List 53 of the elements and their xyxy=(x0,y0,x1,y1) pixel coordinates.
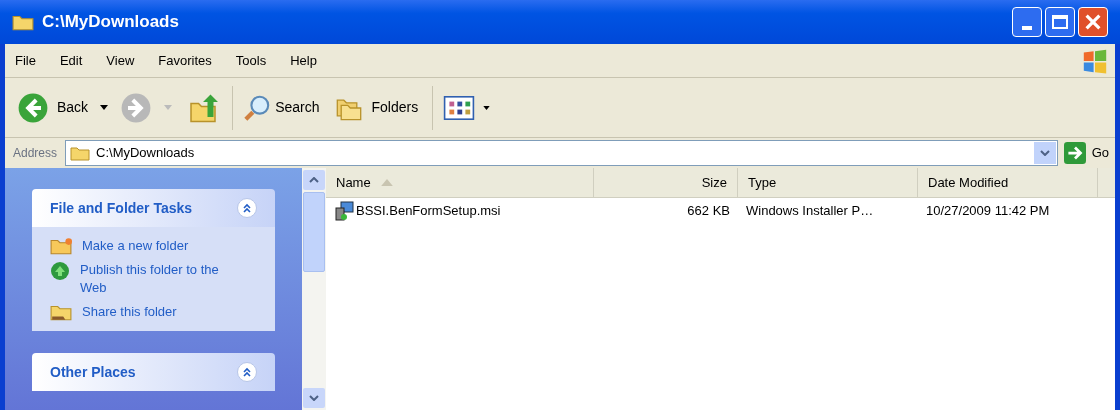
table-cell-text: 662 KB xyxy=(687,202,730,221)
folder-icon xyxy=(12,13,34,31)
double-chevron-icon xyxy=(242,203,252,213)
dropdown-button[interactable] xyxy=(1033,142,1056,164)
scroll-down-button[interactable] xyxy=(303,388,325,408)
scroll-up-button[interactable] xyxy=(303,170,325,190)
collapse-button[interactable] xyxy=(237,198,257,218)
chevron-up-icon xyxy=(309,177,319,183)
globe-icon xyxy=(50,261,70,281)
caret-icon[interactable] xyxy=(100,105,109,110)
table-cell[interactable]: BSSI.BenFormSetup.msi xyxy=(356,201,501,221)
menu-item[interactable]: View xyxy=(106,50,135,71)
shared-folder-icon xyxy=(50,303,72,321)
folder-icon xyxy=(70,145,91,161)
go-button[interactable]: Go xyxy=(1057,142,1115,164)
caret-icon[interactable] xyxy=(483,105,491,110)
minimize-button[interactable] xyxy=(1012,7,1042,37)
column-header[interactable]: Name xyxy=(326,168,594,197)
close-button[interactable] xyxy=(1078,7,1108,37)
maximize-button[interactable] xyxy=(1045,7,1075,37)
task-link[interactable]: Share this folder xyxy=(82,303,232,321)
back-button[interactable]: Back xyxy=(13,87,93,128)
window-title: C:\MyDownloads xyxy=(42,11,179,34)
menu-item[interactable]: Tools xyxy=(235,50,267,71)
menu-item[interactable]: Edit xyxy=(59,50,83,71)
menu-item[interactable]: File xyxy=(15,50,36,71)
scrollbar-thumb[interactable] xyxy=(303,192,325,272)
chevron-down-icon xyxy=(1039,150,1050,156)
column-header[interactable]: Date Modified xyxy=(918,168,1098,197)
scrollbar[interactable] xyxy=(302,168,326,410)
double-chevron-icon xyxy=(242,367,252,377)
menu-item[interactable]: Help xyxy=(290,50,317,71)
arrow-right-icon xyxy=(1063,142,1086,164)
table-cell-text: Windows Installer P… xyxy=(746,202,874,221)
address-label: Address xyxy=(12,145,59,162)
address-field[interactable]: C:\MyDownloads xyxy=(65,140,1058,166)
panel-title: Other Places xyxy=(50,362,137,382)
search-icon xyxy=(243,93,272,122)
close-icon xyxy=(1085,14,1101,30)
installer-icon xyxy=(334,201,354,221)
panel-title: File and Folder Tasks xyxy=(50,198,194,218)
task-link[interactable]: Publish this folder to the Web xyxy=(80,261,230,297)
task-link[interactable]: Make a new folder xyxy=(82,237,232,255)
sort-arrow-icon xyxy=(380,179,393,186)
table-cell-text: 10/27/2009 11:42 PM xyxy=(926,202,1050,221)
collapse-button[interactable] xyxy=(237,362,257,382)
folders-button[interactable]: Folders xyxy=(327,87,427,128)
folder-icon xyxy=(50,237,72,255)
column-header[interactable]: Size xyxy=(594,168,738,197)
chevron-down-icon xyxy=(309,395,319,401)
search-button[interactable]: Search xyxy=(239,87,324,128)
menu-item[interactable]: Favorites xyxy=(158,50,212,71)
column-header[interactable]: Type xyxy=(738,168,918,197)
